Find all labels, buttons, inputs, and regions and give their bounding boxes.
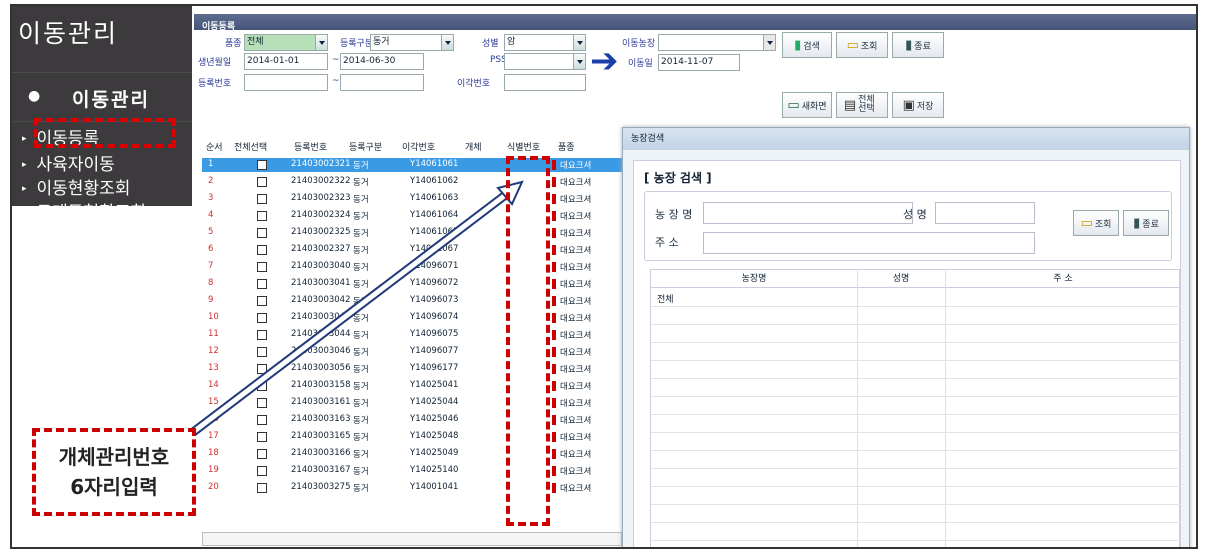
highlight-box-nav <box>34 118 176 148</box>
callout-line-1: 개체관리번호 <box>58 445 170 469</box>
result-row-line <box>651 540 1181 541</box>
owner-name-input[interactable] <box>935 202 1035 224</box>
exit-icon: ▮ <box>1133 215 1141 231</box>
dialog-body: [ 농장 검색 ] 농 장 명 성 명 주 소 ▭ 조회 ▮ 종료 농장명 성명 주… <box>633 160 1181 547</box>
save-button[interactable]: ▣ 저장 <box>892 92 944 118</box>
result-row-all[interactable]: 전체 <box>657 292 674 305</box>
farm-search-dialog: 농장검색 [ 농장 검색 ] 농 장 명 성 명 주 소 ▭ 조회 ▮ 종료 농장명… <box>622 127 1190 547</box>
exit-icon: ▮ <box>905 37 913 53</box>
result-row-line <box>651 324 1181 325</box>
move-date-input[interactable]: 2014-11-07 <box>658 54 740 71</box>
document-icon: ▤ <box>843 97 857 113</box>
result-row-line <box>651 360 1181 361</box>
dialog-close-button[interactable]: ▮ 종료 <box>1123 210 1169 236</box>
folder-icon: ▭ <box>1080 215 1093 231</box>
column-divider <box>945 270 946 547</box>
chart-icon: ▮ <box>794 37 802 53</box>
farm-name-label: 농 장 명 <box>655 208 693 221</box>
farm-search-form: 농 장 명 성 명 주 소 ▭ 조회 ▮ 종료 <box>644 191 1172 261</box>
select-all-button[interactable]: ▤ 전체 선택 <box>836 92 888 118</box>
result-row-line <box>651 342 1181 343</box>
farm-name-input[interactable] <box>703 202 913 224</box>
column-divider <box>857 270 858 547</box>
move-farm-input[interactable] <box>658 34 776 51</box>
col-farm-name: 농장명 <box>651 270 857 288</box>
result-row-line <box>651 486 1181 487</box>
callout-line-2: 6자리입력 <box>70 475 158 499</box>
dialog-search-button[interactable]: ▭ 조회 <box>1073 210 1119 236</box>
result-row-line <box>651 468 1181 469</box>
close-button[interactable]: ▮ 종료 <box>892 32 944 58</box>
result-row-line <box>651 414 1181 415</box>
result-row-line <box>651 450 1181 451</box>
result-row-line <box>651 522 1181 523</box>
result-row-line <box>651 504 1181 505</box>
annotation-callout: 개체관리번호 6자리입력 <box>32 428 196 516</box>
folder-icon: ▭ <box>846 37 859 53</box>
address-label: 주 소 <box>655 236 679 249</box>
dialog-title: 농장검색 <box>623 128 1189 150</box>
save-icon: ▣ <box>902 97 915 113</box>
result-row-line <box>651 396 1181 397</box>
dialog-heading: [ 농장 검색 ] <box>644 171 712 185</box>
highlight-box-column <box>506 156 550 526</box>
check-button[interactable]: ▮ 검색 <box>782 32 832 58</box>
monitor-icon: ▭ <box>787 97 800 113</box>
new-screen-button[interactable]: ▭ 새화면 <box>782 92 832 118</box>
farm-result-grid: 농장명 성명 주 소 전체 <box>650 269 1181 547</box>
app-window: 이동관리 ● 이동관리 ▸ 이동등록 ▸ 사육자이동 ▸ 이동현황조회 ▸ 구매돈현황조… <box>10 4 1198 549</box>
address-input[interactable] <box>703 232 1035 254</box>
result-row-line <box>651 306 1181 307</box>
result-row-line <box>651 378 1181 379</box>
col-address: 주 소 <box>945 270 1181 288</box>
lookup-icon[interactable] <box>763 35 775 50</box>
col-owner-name: 성명 <box>857 270 945 288</box>
search-button[interactable]: ▭ 조회 <box>836 32 888 58</box>
result-row-line <box>651 432 1181 433</box>
owner-name-label: 성 명 <box>903 208 927 221</box>
